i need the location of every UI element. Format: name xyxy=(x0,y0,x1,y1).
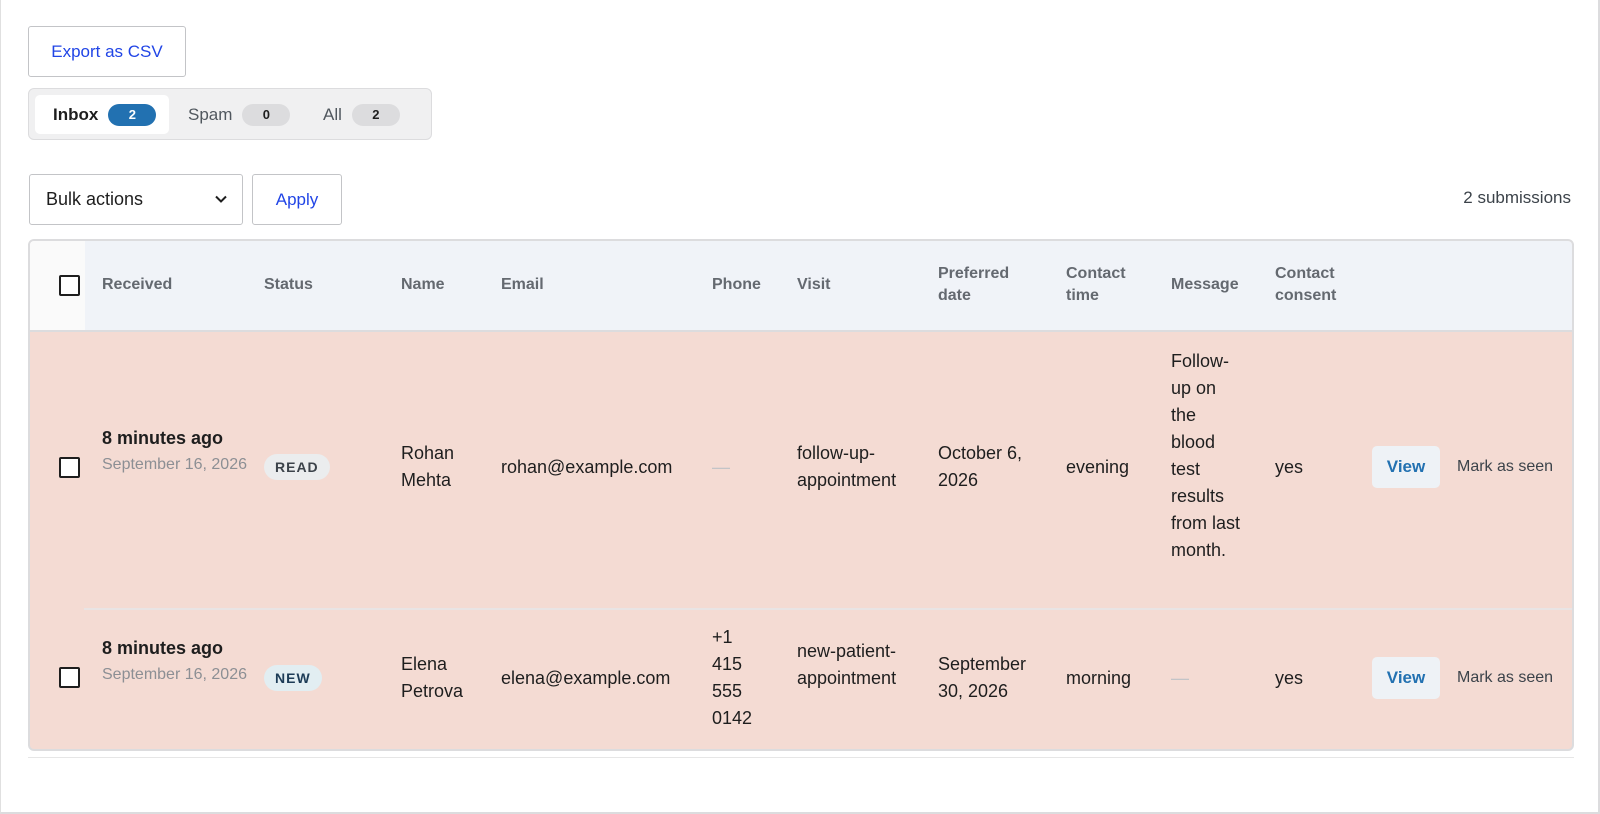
select-all-checkbox[interactable] xyxy=(59,275,80,296)
header-phone[interactable]: Phone xyxy=(712,274,761,296)
row-checkbox[interactable] xyxy=(59,457,80,478)
tab-inbox[interactable]: Inbox 2 xyxy=(35,95,169,134)
consent-cell: yes xyxy=(1275,668,1304,688)
header-received[interactable]: Received xyxy=(102,274,172,296)
preferred-date-cell: September 30, 2026 xyxy=(938,654,1027,701)
header-contact-consent[interactable]: Contact consent xyxy=(1275,263,1355,307)
tab-inbox-label: Inbox xyxy=(53,104,99,124)
status-badge: NEW xyxy=(264,665,322,691)
footer-divider xyxy=(28,757,1574,758)
table-row: 8 minutes ago September 16, 2026 NEW Ele… xyxy=(30,610,1572,749)
header-email[interactable]: Email xyxy=(501,274,544,296)
email-cell: rohan@example.com xyxy=(501,457,673,477)
tab-all-count: 2 xyxy=(351,103,400,126)
message-cell: — xyxy=(1171,668,1189,688)
header-name[interactable]: Name xyxy=(401,274,445,296)
submission-tabs: Inbox 2 Spam 0 All 2 xyxy=(28,88,432,140)
view-button[interactable]: View xyxy=(1372,446,1440,488)
received-relative: 8 minutes ago xyxy=(102,638,224,658)
consent-cell: yes xyxy=(1275,457,1304,477)
received-relative: 8 minutes ago xyxy=(102,428,224,448)
tab-inbox-count: 2 xyxy=(108,103,157,126)
phone-cell: — xyxy=(712,457,730,477)
contact-time-cell: evening xyxy=(1066,457,1130,477)
tab-spam[interactable]: Spam 0 xyxy=(170,95,296,134)
received-cell: 8 minutes ago September 16, 2026 xyxy=(102,634,252,688)
bulk-actions-select[interactable]: Bulk actions xyxy=(29,174,243,225)
mark-as-seen-button[interactable]: Mark as seen xyxy=(1457,669,1553,687)
chevron-down-icon xyxy=(215,195,227,203)
visit-cell: follow-up-appointment xyxy=(797,443,897,490)
tab-all-label: All xyxy=(323,104,342,124)
name-cell: Rohan Mehta xyxy=(401,443,455,490)
preferred-date-cell: October 6, 2026 xyxy=(938,443,1023,490)
header-visit[interactable]: Visit xyxy=(797,274,831,296)
header-message[interactable]: Message xyxy=(1171,274,1239,296)
visit-cell: new-patient-appointment xyxy=(797,641,897,688)
tab-spam-label: Spam xyxy=(188,104,233,124)
tab-all[interactable]: All 2 xyxy=(305,95,425,134)
view-button[interactable]: View xyxy=(1372,657,1440,699)
received-date: September 16, 2026 xyxy=(102,666,247,683)
page-frame: Export as CSV Inbox 2 Spam 0 All 2 Bulk … xyxy=(0,0,1600,814)
tab-spam-count: 0 xyxy=(242,103,291,126)
bulk-actions-value: Bulk actions xyxy=(46,189,144,209)
table-header: Received Status Name Email Phone Visit P… xyxy=(30,241,1572,332)
row-checkbox[interactable] xyxy=(59,667,80,688)
mark-as-seen-button[interactable]: Mark as seen xyxy=(1457,458,1553,476)
header-preferred-date[interactable]: Preferred date xyxy=(938,263,1038,307)
header-status[interactable]: Status xyxy=(264,274,313,296)
header-checkbox-cell xyxy=(30,241,85,330)
email-cell: elena@example.com xyxy=(501,668,671,688)
table-row: 8 minutes ago September 16, 2026 READ Ro… xyxy=(30,332,1572,608)
received-cell: 8 minutes ago September 16, 2026 xyxy=(102,424,252,478)
phone-cell: +1 415 555 0142 xyxy=(712,627,753,728)
message-cell: Follow-up on the blood test results from… xyxy=(1171,351,1241,560)
contact-time-cell: morning xyxy=(1066,668,1132,688)
received-date: September 16, 2026 xyxy=(102,456,247,473)
header-contact-time[interactable]: Contact time xyxy=(1066,263,1146,307)
name-cell: Elena Petrova xyxy=(401,654,464,701)
status-badge: READ xyxy=(264,454,330,480)
apply-button[interactable]: Apply xyxy=(252,174,342,225)
submission-count: 2 submissions xyxy=(1463,188,1571,207)
submissions-table: Received Status Name Email Phone Visit P… xyxy=(28,239,1574,751)
export-csv-button[interactable]: Export as CSV xyxy=(28,26,186,77)
